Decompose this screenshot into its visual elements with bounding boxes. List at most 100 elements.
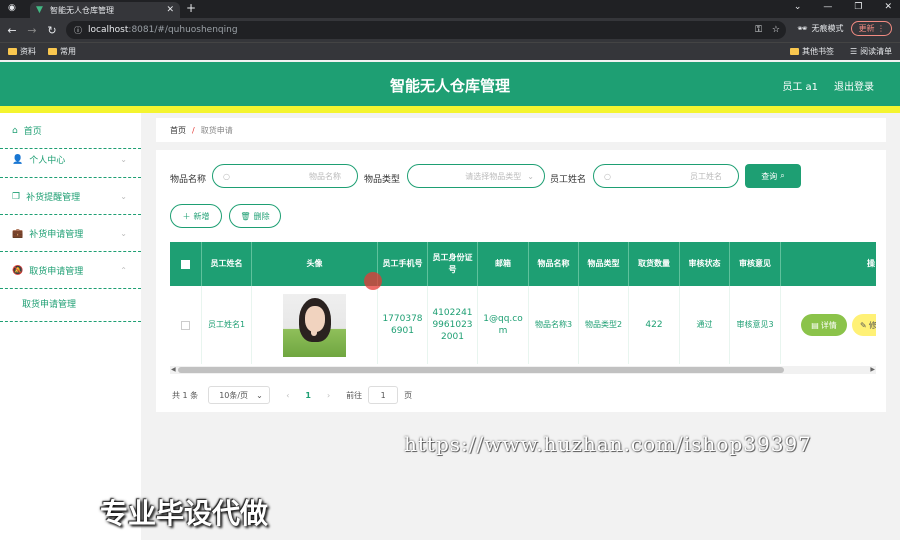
horizontal-scrollbar[interactable]: ◀ ▶: [170, 366, 876, 374]
column-header: 员工姓名: [202, 242, 252, 286]
detail-icon: ▤: [811, 320, 819, 330]
prev-page-icon[interactable]: ‹: [286, 391, 289, 400]
star-icon[interactable]: ☆: [772, 25, 780, 35]
back-icon[interactable]: ←: [4, 24, 20, 37]
url-input[interactable]: ⓘ localhost :8081/#/quhuoshenqing ⚿ ☆: [66, 21, 786, 39]
sidebar-item-label: 补货提醒管理: [26, 193, 81, 203]
page-size-select[interactable]: 10条/页 ⌄: [208, 386, 271, 404]
search-icon: ⌕: [780, 171, 785, 180]
search-icon: ○: [604, 171, 611, 181]
add-button[interactable]: ＋ 新增: [170, 204, 222, 228]
window-controls: ⌄ — ❐ ✕: [794, 2, 892, 12]
folder-icon: [48, 48, 57, 55]
pagination: 共 1 条 10条/页 ⌄ ‹ 1 › 前往 1 页: [172, 386, 412, 404]
browser-tab[interactable]: ▼ 智能无人仓库管理 ✕: [30, 2, 180, 18]
address-bar-right: 🕶 无痕模式 更新 ⋮: [797, 21, 892, 36]
breadcrumb-home[interactable]: 首页: [170, 125, 186, 136]
forward-icon[interactable]: →: [24, 24, 40, 37]
cell-phone: 17703786901: [378, 286, 428, 364]
sidebar-subitem-label: 取货申请管理: [22, 300, 77, 310]
bell-off-icon: 🔕: [12, 265, 24, 276]
edit-icon: ✎: [860, 320, 867, 330]
row-checkbox[interactable]: [181, 320, 190, 330]
tab-search-icon[interactable]: ⌄: [794, 2, 802, 12]
chevron-down-icon: ⌄: [120, 229, 127, 238]
data-table: 员工姓名 头像 员工手机号 员工身份证号 邮箱 物品名称 物品类型 取货数量 审…: [170, 242, 876, 376]
sidebar-item-restock-reminder[interactable]: ❐ 补货提醒管理 ⌄: [0, 179, 141, 215]
new-tab-icon[interactable]: +: [186, 1, 196, 15]
key-icon[interactable]: ⚿: [755, 25, 762, 35]
pagination-total: 共 1 条: [172, 390, 199, 400]
user-icon: 👤: [12, 154, 24, 165]
sidebar-item-pickup-request[interactable]: 🔕 取货申请管理 ⌃: [0, 253, 141, 289]
item-type-filter-label: 物品类型: [364, 175, 401, 185]
sidebar-subitem-pickup-management[interactable]: 取货申请管理: [0, 286, 141, 322]
sidebar-item-label: 个人中心: [29, 156, 66, 166]
query-button[interactable]: 查询 ⌕: [745, 164, 801, 188]
reading-list[interactable]: ☰ 阅读清单: [850, 46, 892, 57]
employee-name-placeholder: 员工姓名: [690, 171, 722, 181]
sidebar-item-profile[interactable]: 👤 个人中心 ⌄: [0, 142, 141, 178]
copy-icon: ❐: [12, 191, 21, 202]
address-bar-row: ← → ↻ ⓘ localhost :8081/#/quhuoshenqing …: [0, 18, 900, 42]
bookmark-folder-other[interactable]: 其他书签: [790, 46, 834, 57]
caption-text: 专业毕设代做: [100, 497, 269, 530]
delete-button[interactable]: 🗑 删除: [229, 204, 281, 228]
chevron-down-icon: ⌄: [527, 171, 534, 181]
header-accent-stripe: [0, 106, 900, 113]
employee-name-input[interactable]: ○ 员工姓名: [593, 164, 739, 188]
column-header: 取货数量: [629, 242, 680, 286]
scroll-left-icon[interactable]: ◀: [171, 366, 176, 373]
cell-quantity: 422: [629, 286, 680, 364]
sidebar-item-label: 首页: [23, 127, 42, 137]
sidebar: ⌂ 首页 👤 个人中心 ⌄ ❐ 补货提醒管理 ⌄ 💼 补货申请管理 ⌄ 🔕 取货…: [0, 113, 141, 540]
breadcrumb-current: 取货申请: [200, 125, 233, 135]
minimize-icon[interactable]: —: [823, 2, 832, 12]
goto-page-input[interactable]: 1: [368, 386, 399, 404]
detail-button[interactable]: ▤ 详情: [801, 314, 847, 336]
detail-label: 详情: [820, 320, 837, 330]
close-window-icon[interactable]: ✕: [884, 2, 892, 12]
breadcrumb-separator: /: [192, 125, 195, 135]
chevron-up-icon: ⌃: [120, 266, 127, 275]
avatar-hand: [311, 323, 317, 336]
row-checkbox-cell[interactable]: [170, 286, 202, 364]
incognito-indicator[interactable]: 🕶 无痕模式: [797, 23, 843, 34]
edit-button[interactable]: ✎ 修: [852, 314, 876, 336]
sidebar-item-restock-request[interactable]: 💼 补货申请管理 ⌄: [0, 216, 141, 252]
select-all-checkbox-cell[interactable]: [170, 242, 202, 286]
column-header: 操: [781, 242, 876, 286]
current-user: 员工 a1: [782, 82, 818, 93]
briefcase-icon: 💼: [12, 228, 24, 239]
folder-icon: [790, 48, 799, 55]
restore-icon[interactable]: ❐: [854, 2, 862, 12]
close-tab-icon[interactable]: ✕: [166, 5, 174, 15]
vue-favicon-icon: ▼: [36, 4, 43, 15]
reload-icon[interactable]: ↻: [44, 24, 60, 37]
table-header: 员工姓名 头像 员工手机号 员工身份证号 邮箱 物品名称 物品类型 取货数量 审…: [170, 242, 876, 286]
update-button[interactable]: 更新 ⋮: [851, 21, 892, 36]
bookmark-folder-ziliao[interactable]: 资料: [8, 46, 36, 57]
item-type-select[interactable]: 请选择物品类型 ⌄: [407, 164, 545, 188]
item-name-input[interactable]: ○ 物品名称: [212, 164, 358, 188]
column-header: 员工身份证号: [428, 242, 478, 286]
column-header: 邮箱: [478, 242, 529, 286]
select-all-checkbox[interactable]: [181, 259, 190, 269]
column-header: 物品名称: [529, 242, 579, 286]
search-icon: ○: [223, 171, 230, 181]
next-page-icon[interactable]: ›: [327, 391, 330, 400]
scroll-right-icon[interactable]: ▶: [870, 366, 875, 373]
page-number-current[interactable]: 1: [305, 391, 311, 400]
chrome-menu-icon[interactable]: ◉: [8, 3, 16, 13]
cell-status: 通过: [680, 286, 730, 364]
info-icon: ⓘ: [74, 25, 82, 35]
table-row: 员工姓名1 17703786901 410224199610232001 1@q…: [170, 286, 876, 364]
logout-link[interactable]: 退出登录: [834, 78, 874, 93]
main-panel: 物品名称 ○ 物品名称 物品类型 请选择物品类型 ⌄ 员工姓名 ○ 员工姓名 查…: [156, 150, 886, 412]
page-size-value: 10条/页: [219, 390, 249, 400]
bookmark-folder-changyong[interactable]: 常用: [48, 46, 76, 57]
scrollbar-thumb[interactable]: [178, 367, 784, 373]
folder-icon: [8, 48, 17, 55]
cell-opinion: 审核意见3: [730, 286, 781, 364]
add-label: 新增: [193, 211, 210, 221]
